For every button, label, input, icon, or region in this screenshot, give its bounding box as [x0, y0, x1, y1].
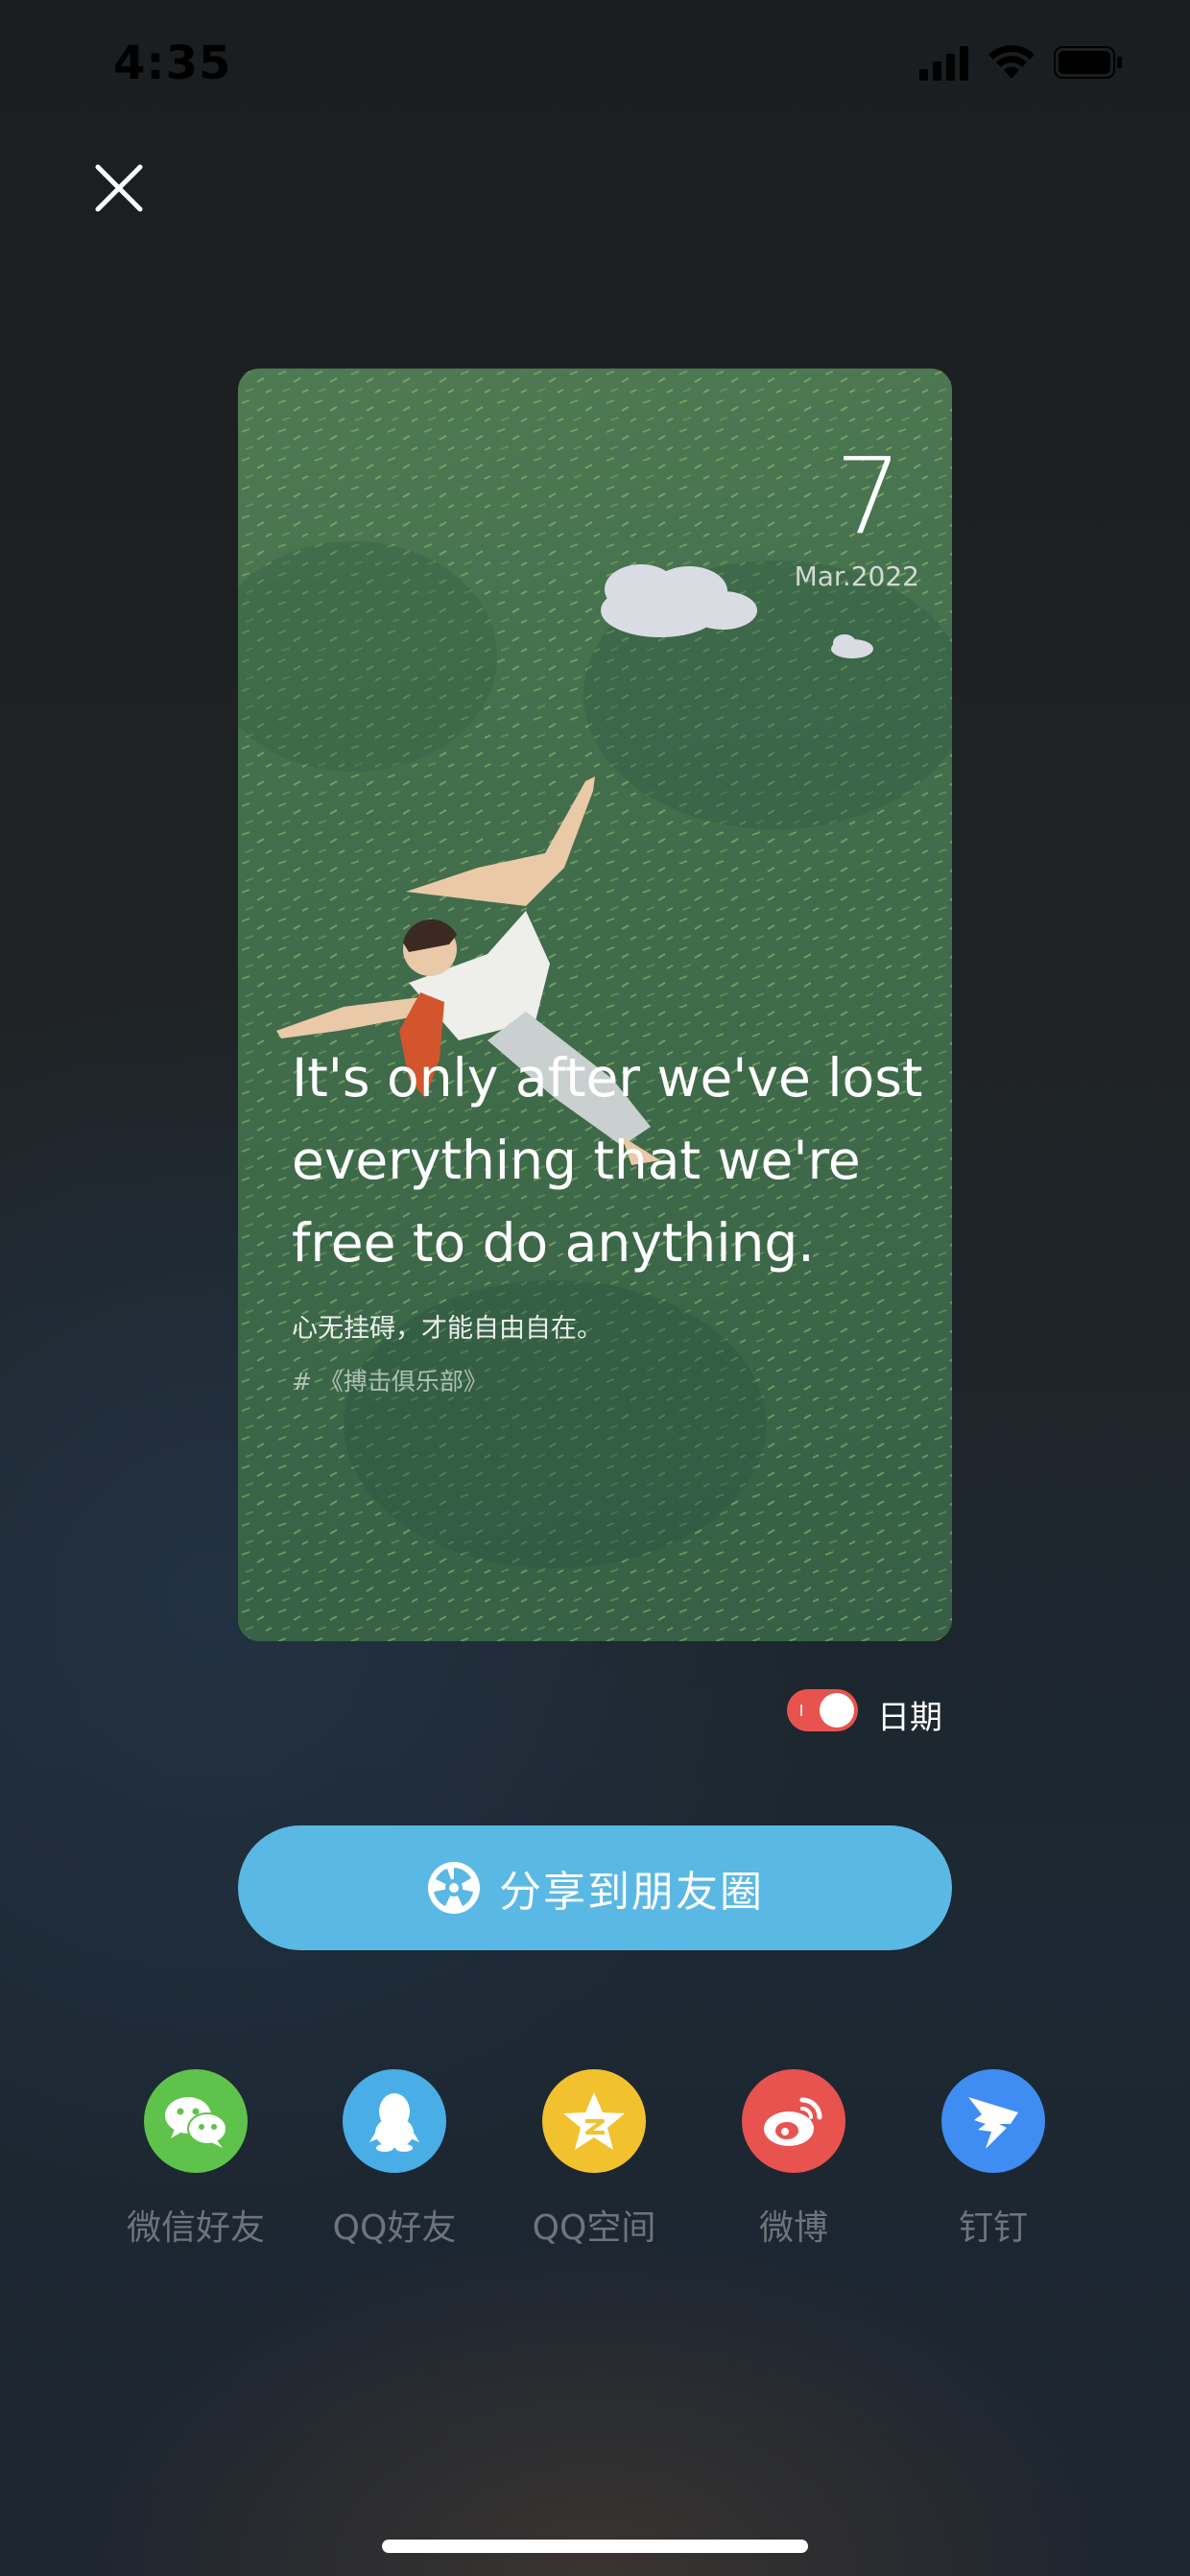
- share-target-qzone[interactable]: QQ空间: [494, 2069, 694, 2250]
- qq-icon: [343, 2069, 446, 2173]
- dingtalk-icon: [941, 2069, 1045, 2173]
- wechat-icon: [144, 2069, 248, 2173]
- share-target-label: QQ空间: [532, 2208, 656, 2248]
- moments-icon: [428, 1862, 480, 1914]
- share-target-dingtalk[interactable]: 钉钉: [893, 2069, 1093, 2250]
- share-to-moments-label: 分享到朋友圈: [499, 1868, 764, 1917]
- close-icon[interactable]: [92, 161, 146, 215]
- date-day: 7: [835, 435, 902, 558]
- cellular-signal-icon: [919, 46, 968, 81]
- battery-icon: [1054, 46, 1122, 79]
- quote-source: # 《搏击俱乐部》: [292, 1368, 488, 1395]
- share-target-weibo[interactable]: 微博: [694, 2069, 893, 2250]
- status-bar: 4:35: [0, 0, 1190, 134]
- toggle-knob: [820, 1693, 854, 1728]
- home-indicator[interactable]: [382, 2540, 808, 2553]
- share-target-wechat[interactable]: 微信好友: [96, 2069, 296, 2250]
- share-to-moments-button[interactable]: 分享到朋友圈: [238, 1825, 952, 1950]
- share-target-label: QQ好友: [332, 2208, 457, 2248]
- date-month: Mar.2022: [794, 561, 919, 592]
- quote-english: It's only after we've lost everything th…: [292, 1047, 923, 1274]
- share-target-label: 微博: [758, 2208, 828, 2248]
- date-toggle[interactable]: [787, 1689, 858, 1731]
- share-target-qq[interactable]: QQ好友: [295, 2069, 494, 2250]
- toggle-on-mark: [800, 1705, 802, 1716]
- date-toggle-label: 日期: [877, 1699, 942, 1737]
- quote-chinese: 心无挂碍，才能自由自在。: [292, 1314, 603, 1344]
- share-target-label: 钉钉: [958, 2208, 1028, 2248]
- status-time: 4:35: [113, 36, 232, 90]
- qzone-icon: [542, 2069, 646, 2173]
- share-target-label: 微信好友: [126, 2208, 265, 2248]
- quote-card: 7 Mar.2022 It's only after we've lost ev…: [238, 369, 952, 1641]
- wifi-icon: [988, 45, 1035, 79]
- weibo-icon: [742, 2069, 845, 2173]
- share-targets: 微信好友 QQ好友 QQ空间 微博 钉钉: [0, 2069, 1190, 2261]
- card-illustration: [238, 369, 952, 1641]
